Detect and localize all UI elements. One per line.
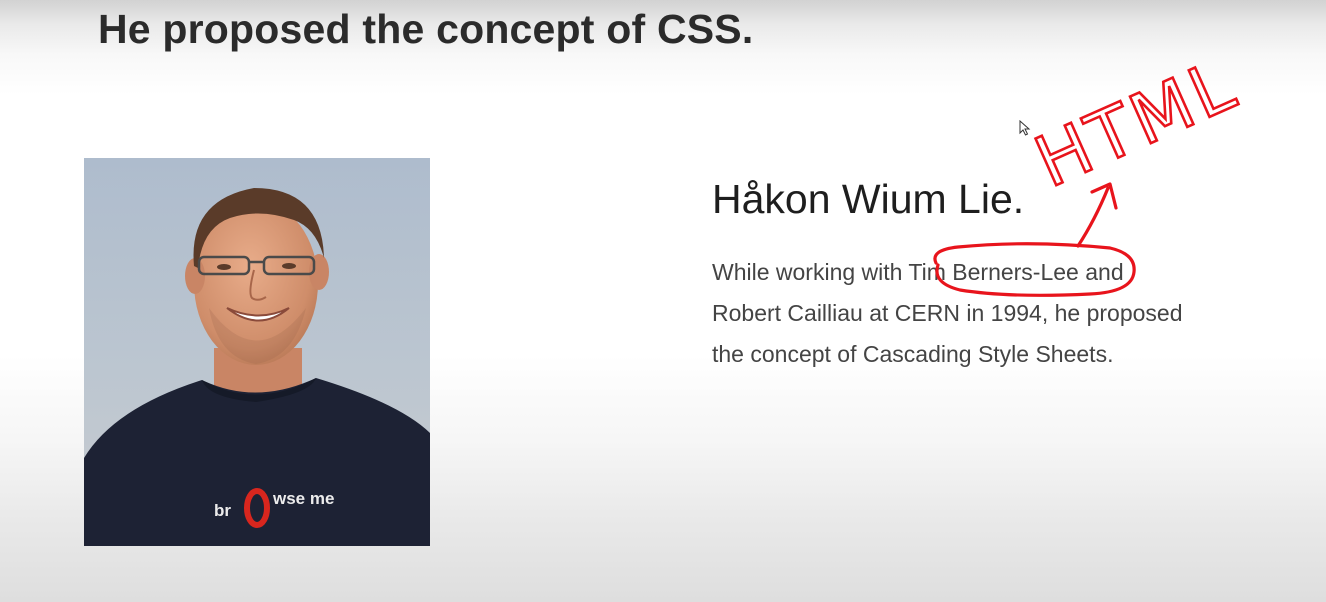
arrow-annotation	[1076, 182, 1118, 248]
slide-title: He proposed the concept of CSS.	[98, 6, 754, 52]
portrait-photo: br wse me	[84, 158, 430, 546]
person-name: Håkon Wium Lie.	[712, 176, 1025, 222]
bio-text-start: While working with	[712, 259, 909, 285]
shirt-text-right: wse me	[272, 489, 334, 508]
bio-highlight-name: Tim Berners-Lee	[908, 259, 1079, 285]
mouse-pointer-icon	[1019, 119, 1031, 143]
bio-paragraph: While working with Tim Berners-Lee and R…	[712, 252, 1192, 375]
shirt-text-left: br	[214, 501, 231, 520]
handwritten-html-annotation: HTML	[1024, 43, 1250, 204]
